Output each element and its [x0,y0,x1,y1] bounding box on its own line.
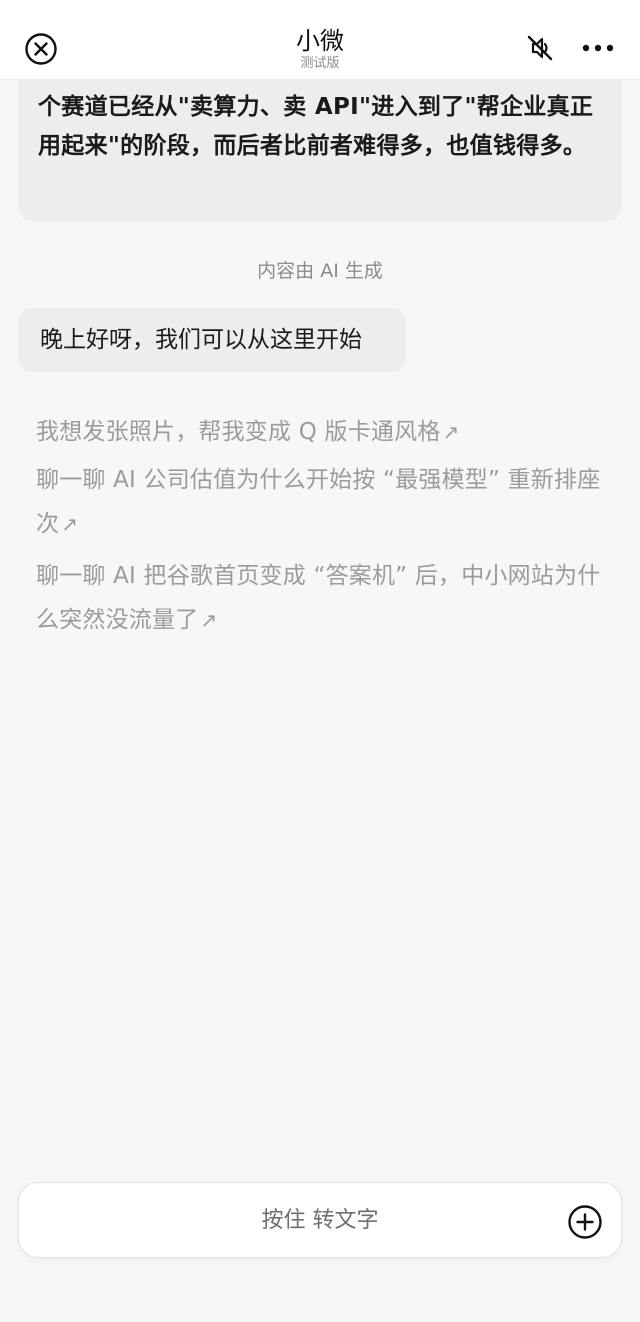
arrow-up-right-icon: ↗ [442,420,460,444]
previous-ai-message: 个赛道已经从"卖算力、卖 API"进入到了"帮企业真正用起来"的阶段，而后者比前… [18,66,622,222]
add-attachment-button[interactable] [567,1204,603,1240]
plus-circle-icon [568,1205,602,1239]
mute-icon [527,35,553,61]
ai-generated-notice: 内容由 AI 生成 [257,260,383,282]
arrow-up-right-icon: ↗ [61,512,79,536]
suggestion-item[interactable]: 聊一聊 AI 公司估值为什么开始按 “最强模型” 重新排座次 ↗ [36,458,611,546]
arrow-up-right-icon: ↗ [200,608,218,632]
suggestion-list: 我想发张照片，帮我变成 Q 版卡通风格 ↗ 聊一聊 AI 公司估值为什么开始按 “… [36,410,611,644]
hold-to-talk-label: 按住 转文字 [261,1208,379,1233]
chat-page: 个赛道已经从"卖算力、卖 API"进入到了"帮企业真正用起来"的阶段，而后者比前… [0,0,640,1322]
top-bar: 小微 测试版 [0,0,640,80]
voice-input-bar[interactable]: 按住 转文字 [18,1182,622,1258]
mute-button[interactable] [524,32,556,64]
more-icon [582,44,614,52]
greeting-text: 晚上好呀，我们可以从这里开始 [40,327,362,353]
more-button[interactable] [580,36,616,60]
greeting-message: 晚上好呀，我们可以从这里开始 [18,308,406,372]
suggestion-item[interactable]: 我想发张照片，帮我变成 Q 版卡通风格 ↗ [36,410,611,454]
suggestion-item[interactable]: 聊一聊 AI 把谷歌首页变成 “答案机” 后，中小网站为什么突然没流量了 ↗ [36,554,611,642]
suggestion-text: 聊一聊 AI 把谷歌首页变成 “答案机” 后，中小网站为什么突然没流量了 [36,563,601,633]
suggestion-text: 聊一聊 AI 公司估值为什么开始按 “最强模型” 重新排座次 [36,467,601,537]
suggestion-text: 我想发张照片，帮我变成 Q 版卡通风格 [36,419,441,445]
previous-ai-message-text: 个赛道已经从"卖算力、卖 API"进入到了"帮企业真正用起来"的阶段，而后者比前… [38,94,594,159]
